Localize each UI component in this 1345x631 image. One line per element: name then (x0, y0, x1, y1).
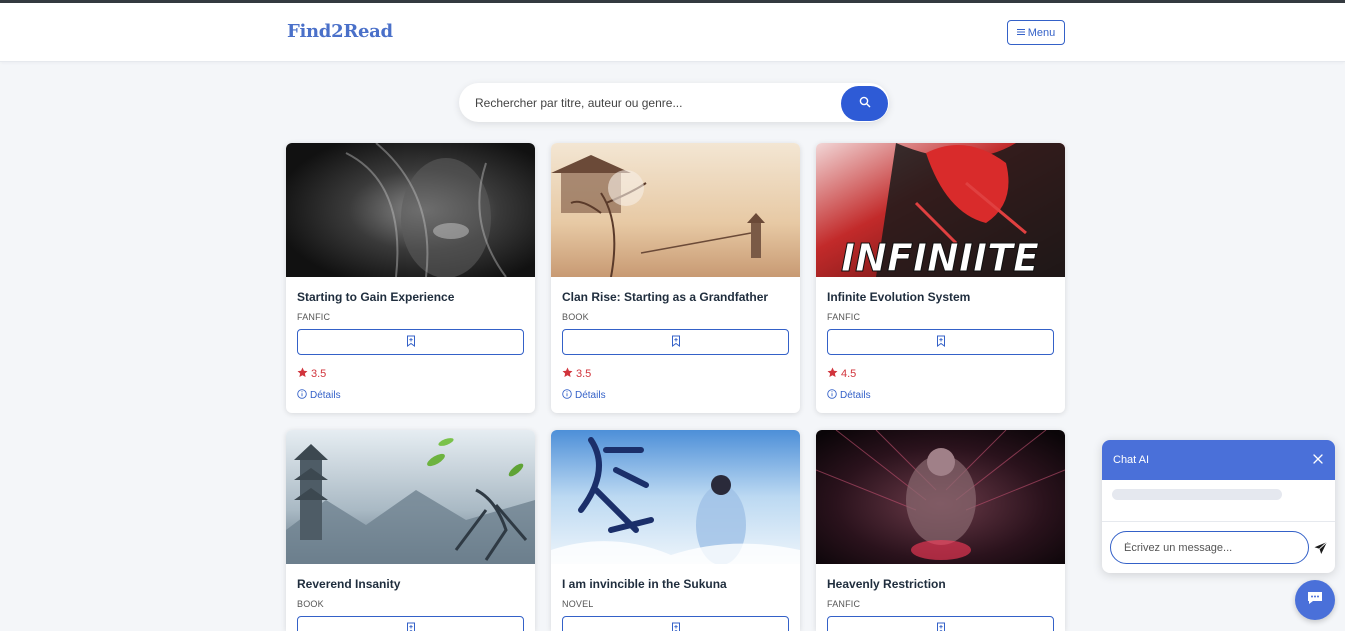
book-card[interactable]: I am invincible in the Sukuna NOVEL (551, 430, 800, 631)
details-link[interactable]: Détails (297, 389, 341, 402)
book-type: BOOK (562, 312, 589, 322)
book-title[interactable]: Heavenly Restriction (827, 577, 946, 591)
book-title[interactable]: I am invincible in the Sukuna (562, 577, 727, 591)
cover-title-text: INFINIITE (841, 236, 1039, 277)
book-title[interactable]: Infinite Evolution System (827, 290, 970, 304)
send-icon[interactable] (1313, 540, 1329, 556)
book-type: BOOK (297, 599, 324, 609)
book-cover[interactable] (551, 430, 800, 564)
bookmark-add-icon (671, 622, 681, 631)
chat-header: Chat AI (1102, 440, 1335, 480)
book-cover[interactable] (551, 143, 800, 277)
rating-value: 3.5 (576, 368, 592, 380)
book-card[interactable]: Clan Rise: Starting as a Grandfather BOO… (551, 143, 800, 413)
book-card[interactable]: INFINIITE Infinite Evolution System FANF… (816, 143, 1065, 413)
navbar: Find2Read Menu (0, 3, 1345, 62)
search-input[interactable] (475, 83, 835, 122)
hamburger-icon (1016, 27, 1025, 39)
bookmark-add-icon (936, 622, 946, 631)
bookmark-button[interactable] (297, 329, 524, 355)
details-label: Détails (310, 390, 341, 401)
book-title[interactable]: Clan Rise: Starting as a Grandfather (562, 290, 768, 304)
book-card[interactable]: Starting to Gain Experience FANFIC 3.5 D… (286, 143, 535, 413)
rating-value: 4.5 (841, 368, 857, 380)
book-cover[interactable] (286, 430, 535, 564)
brand-logo[interactable]: Find2Read (287, 21, 393, 42)
search-button[interactable] (841, 86, 888, 121)
bookmark-button[interactable] (562, 329, 789, 355)
book-type: NOVEL (562, 599, 594, 609)
rating-value: 3.5 (311, 368, 327, 380)
info-icon (827, 389, 837, 402)
book-type: FANFIC (827, 599, 861, 609)
rating: 3.5 (297, 367, 326, 381)
details-label: Détails (840, 390, 871, 401)
chat-panel: Chat AI (1102, 440, 1335, 573)
book-card[interactable]: Reverend Insanity BOOK (286, 430, 535, 631)
star-icon (827, 367, 838, 381)
book-cover[interactable] (816, 430, 1065, 564)
details-label: Détails (575, 390, 606, 401)
search-icon (859, 96, 871, 111)
menu-label: Menu (1027, 26, 1056, 39)
close-icon[interactable] (1311, 452, 1325, 466)
chat-divider (1102, 521, 1335, 522)
chat-message-input[interactable] (1110, 531, 1309, 564)
bookmark-add-icon (406, 335, 416, 350)
book-cover[interactable] (286, 143, 535, 277)
chat-loading-placeholder (1112, 489, 1282, 500)
rating: 4.5 (827, 367, 856, 381)
book-card[interactable]: Heavenly Restriction FANFIC (816, 430, 1065, 631)
book-cover[interactable]: INFINIITE (816, 143, 1065, 277)
book-title[interactable]: Reverend Insanity (297, 577, 400, 591)
chat-toggle-button[interactable] (1295, 580, 1335, 620)
bookmark-add-icon (671, 335, 681, 350)
book-type: FANFIC (297, 312, 331, 322)
details-link[interactable]: Détails (827, 389, 871, 402)
bookmark-button[interactable] (562, 616, 789, 631)
rating: 3.5 (562, 367, 591, 381)
bookmark-add-icon (406, 622, 416, 631)
bookmark-button[interactable] (827, 616, 1054, 631)
info-icon (297, 389, 307, 402)
details-link[interactable]: Détails (562, 389, 606, 402)
book-type: FANFIC (827, 312, 861, 322)
bookmark-button[interactable] (297, 616, 524, 631)
info-icon (562, 389, 572, 402)
book-title[interactable]: Starting to Gain Experience (297, 290, 454, 304)
star-icon (297, 367, 308, 381)
chat-bubble-icon (1306, 590, 1324, 611)
chat-title: Chat AI (1113, 454, 1150, 466)
bookmark-button[interactable] (827, 329, 1054, 355)
star-icon (562, 367, 573, 381)
search-bar (459, 83, 889, 122)
menu-button[interactable]: Menu (1007, 20, 1065, 45)
bookmark-add-icon (936, 335, 946, 350)
